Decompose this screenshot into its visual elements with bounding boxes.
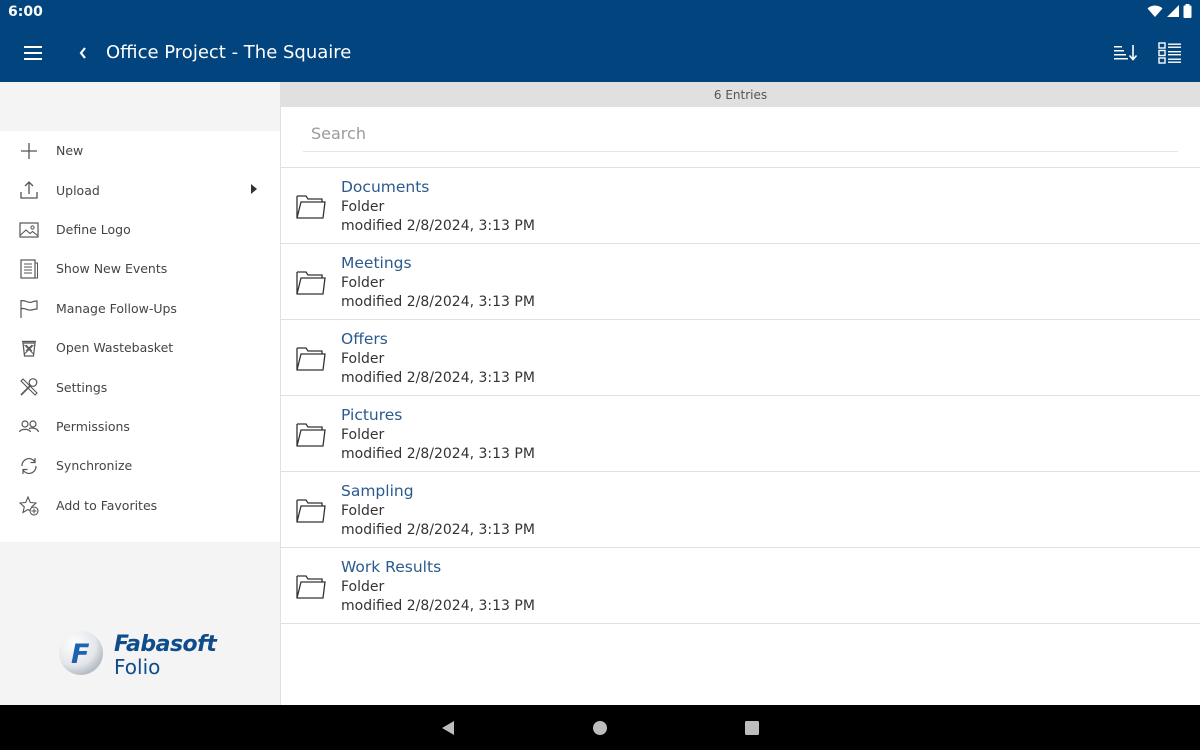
entries-count: 6 Entries — [281, 82, 1200, 107]
folder-list: Documents Folder modified 2/8/2024, 3:13… — [281, 168, 1200, 624]
sidebar-item-show-new-events[interactable]: Show New Events — [0, 249, 280, 288]
events-list-icon — [20, 259, 38, 279]
list-item[interactable]: Meetings Folder modified 2/8/2024, 3:13 … — [281, 244, 1200, 320]
search-input[interactable] — [303, 116, 1178, 150]
item-type: Folder — [341, 199, 385, 215]
fabasoft-logo-icon: F — [59, 631, 103, 675]
sidebar-item-label: Define Logo — [56, 221, 131, 237]
folder-icon — [296, 271, 326, 295]
list-item[interactable]: Documents Folder modified 2/8/2024, 3:13… — [281, 168, 1200, 244]
item-name[interactable]: Sampling — [341, 482, 414, 500]
list-item[interactable]: Offers Folder modified 2/8/2024, 3:13 PM — [281, 320, 1200, 396]
item-modified: modified 2/8/2024, 3:13 PM — [341, 370, 535, 386]
item-type: Folder — [341, 275, 385, 291]
list-view-icon — [1158, 42, 1181, 64]
status-icons — [1147, 4, 1192, 18]
search-container — [303, 116, 1178, 152]
logo-brand: Fabasoft — [114, 632, 217, 657]
sidebar-item-label: Synchronize — [56, 458, 133, 474]
sidebar-item-label: Upload — [56, 182, 100, 198]
list-item[interactable]: Sampling Folder modified 2/8/2024, 3:13 … — [281, 472, 1200, 548]
sidebar-item-define-logo[interactable]: Define Logo — [0, 210, 280, 249]
item-name[interactable]: Pictures — [341, 406, 402, 424]
sidebar-item-label: Manage Follow-Ups — [56, 300, 177, 316]
item-type: Folder — [341, 579, 385, 595]
list-item[interactable]: Pictures Folder modified 2/8/2024, 3:13 … — [281, 396, 1200, 472]
tools-icon — [20, 378, 38, 397]
flag-icon — [20, 299, 38, 318]
wastebasket-icon — [22, 340, 36, 357]
sidebar-item-label: Add to Favorites — [56, 497, 158, 513]
sidebar-item-synchronize[interactable]: Synchronize — [0, 446, 280, 485]
folder-icon — [296, 195, 326, 219]
app-logo: F Fabasoft Folio — [58, 630, 228, 680]
plus-icon — [21, 143, 37, 159]
folder-icon — [296, 423, 326, 447]
item-modified: modified 2/8/2024, 3:13 PM — [341, 218, 535, 234]
sidebar-item-label: New — [56, 143, 84, 159]
caret-right-icon — [251, 184, 257, 195]
image-icon — [19, 222, 39, 238]
svg-text:F: F — [71, 639, 90, 670]
menu-button[interactable] — [18, 41, 48, 65]
status-time: 6:00 — [8, 4, 43, 20]
battery-icon — [1183, 4, 1192, 18]
back-button[interactable] — [74, 41, 92, 65]
sidebar-menu: New Upload Define Logo Show New Events M… — [0, 131, 280, 542]
page-title: Office Project - The Squaire — [106, 42, 352, 63]
wifi-icon — [1147, 5, 1163, 17]
star-add-icon — [18, 495, 39, 516]
sidebar-item-manage-follow-ups[interactable]: Manage Follow-Ups — [0, 289, 280, 328]
hamburger-icon — [24, 46, 42, 60]
nav-home-icon[interactable] — [592, 720, 608, 736]
chevron-left-icon — [79, 47, 86, 59]
sort-icon — [1114, 45, 1138, 61]
sort-button[interactable] — [1110, 40, 1140, 66]
system-nav-bar — [0, 705, 1200, 750]
sidebar-item-settings[interactable]: Settings — [0, 367, 280, 406]
item-modified: modified 2/8/2024, 3:13 PM — [341, 522, 535, 538]
item-modified: modified 2/8/2024, 3:13 PM — [341, 598, 535, 614]
item-type: Folder — [341, 427, 385, 443]
app-bar: Office Project - The Squaire — [0, 24, 1200, 82]
sidebar: New Upload Define Logo Show New Events M… — [0, 82, 281, 705]
signal-icon — [1167, 5, 1179, 17]
item-name[interactable]: Documents — [341, 178, 429, 196]
sidebar-item-label: Show New Events — [56, 261, 168, 277]
sidebar-item-label: Settings — [56, 379, 108, 395]
sync-icon — [21, 458, 37, 475]
list-item[interactable]: Work Results Folder modified 2/8/2024, 3… — [281, 548, 1200, 624]
sidebar-item-new[interactable]: New — [0, 131, 280, 170]
folder-icon — [296, 575, 326, 599]
upload-icon — [20, 181, 38, 200]
sidebar-item-label: Open Wastebasket — [56, 340, 174, 356]
view-mode-button[interactable] — [1156, 40, 1184, 66]
status-bar: 6:00 — [0, 0, 1200, 24]
folder-icon — [296, 347, 326, 371]
item-name[interactable]: Meetings — [341, 254, 412, 272]
sidebar-item-add-to-favorites[interactable]: Add to Favorites — [0, 486, 280, 525]
sidebar-item-permissions[interactable]: Permissions — [0, 407, 280, 446]
item-type: Folder — [341, 351, 385, 367]
item-name[interactable]: Offers — [341, 330, 388, 348]
nav-back-icon[interactable] — [440, 719, 456, 737]
main-content: 6 Entries Documents Folder modified 2/8/… — [281, 82, 1200, 705]
users-icon — [18, 420, 40, 433]
nav-recent-apps-icon[interactable] — [744, 720, 760, 736]
item-name[interactable]: Work Results — [341, 558, 441, 576]
logo-product: Folio — [114, 655, 161, 679]
item-modified: modified 2/8/2024, 3:13 PM — [341, 294, 535, 310]
folder-icon — [296, 499, 326, 523]
sidebar-item-upload[interactable]: Upload — [0, 170, 280, 209]
item-type: Folder — [341, 503, 385, 519]
sidebar-item-label: Permissions — [56, 418, 130, 434]
item-modified: modified 2/8/2024, 3:13 PM — [341, 446, 535, 462]
sidebar-item-open-wastebasket[interactable]: Open Wastebasket — [0, 328, 280, 367]
